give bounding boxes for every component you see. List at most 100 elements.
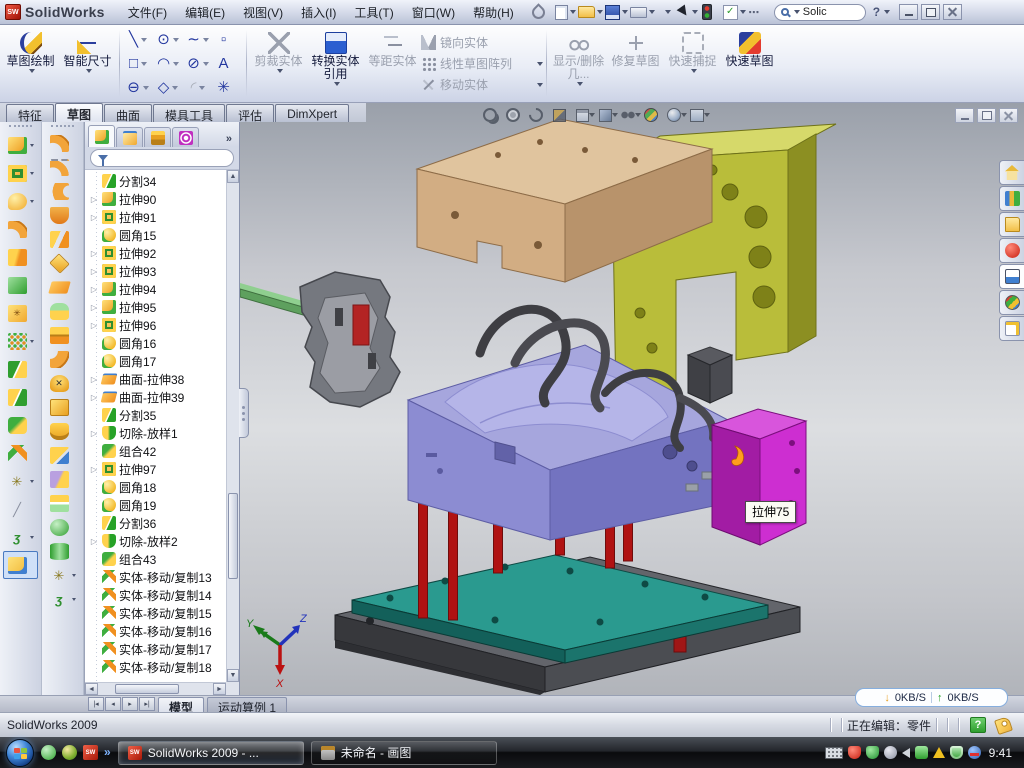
toolbar-icon-pin[interactable] <box>532 3 553 22</box>
mold-tool-scale[interactable] <box>42 395 83 419</box>
tree-item[interactable]: ▷ 分割36 <box>87 514 225 532</box>
task-pane-view-palette[interactable] <box>999 264 1024 289</box>
feature-tool-extruded-boss[interactable] <box>0 131 41 159</box>
expand-arrow-icon[interactable]: ▷ <box>89 465 99 474</box>
tree-item[interactable]: ▷ 拉伸93 <box>87 262 225 280</box>
configurationmanager-tab[interactable] <box>144 127 171 147</box>
修复草图[interactable]: 修复草图 <box>607 27 664 100</box>
feature-tool-swept-boss[interactable] <box>0 215 41 243</box>
dropdown-caret-icon[interactable] <box>622 10 628 14</box>
toolbar-drag-grip[interactable] <box>9 125 32 129</box>
dropdown-caret-icon[interactable] <box>30 340 34 343</box>
tab-nav-previous[interactable]: ◂ <box>105 697 121 711</box>
mold-tool-dome[interactable] <box>42 539 83 563</box>
tree-item[interactable]: ▷ 实体-移动/复制13 <box>87 568 225 586</box>
window-button-minimize[interactable] <box>899 4 918 20</box>
线性草图阵列[interactable]: 线性草图阵列 <box>421 55 543 72</box>
expand-arrow-icon[interactable]: ▷ <box>89 429 99 438</box>
dimxpertmanager-tab[interactable] <box>172 127 199 147</box>
expand-arrow-icon[interactable]: ▷ <box>89 213 99 222</box>
dropdown-caret-icon[interactable] <box>141 38 147 42</box>
taskbar-window-button[interactable]: SW SolidWorks 2009 - ... <box>118 741 304 765</box>
hide-show-items[interactable] <box>621 106 641 124</box>
tree-item[interactable]: ▷ 实体-移动/复制18 <box>87 658 225 676</box>
toolbar-icon-rebuild[interactable] <box>701 3 721 22</box>
草图绘制[interactable]: 草图绘制 <box>2 27 59 100</box>
dropdown-caret-icon[interactable] <box>86 69 92 73</box>
dropdown-caret-icon[interactable] <box>597 10 603 14</box>
toolbar-drag-grip[interactable] <box>51 125 74 129</box>
quick-launch-more[interactable]: » <box>104 745 111 760</box>
expand-arrow-icon[interactable]: ▷ <box>89 303 99 312</box>
feature-tool-reference-axis[interactable]: ╱ <box>0 495 41 523</box>
task-pane-custom-properties[interactable] <box>999 316 1024 341</box>
document-close[interactable] <box>999 108 1018 123</box>
mold-tool-trim-surface[interactable] <box>42 227 83 251</box>
tree-item[interactable]: ▷ 分割35 <box>87 406 225 424</box>
tab-特征[interactable]: 特征 <box>6 104 54 122</box>
等距实体[interactable]: 等距实体 <box>364 27 421 100</box>
toolbar-icon-options[interactable] <box>723 3 746 22</box>
expand-arrow-icon[interactable]: ▷ <box>89 285 99 294</box>
tray-icon-network-status[interactable] <box>968 746 981 759</box>
tree-item[interactable]: ▷ 圆角16 <box>87 334 225 352</box>
tree-item[interactable]: ▷ 拉伸94 <box>87 280 225 298</box>
feature-tool-lofted-boss[interactable] <box>0 243 41 271</box>
dropdown-caret-icon[interactable] <box>30 536 34 539</box>
dropdown-caret-icon[interactable] <box>30 480 34 483</box>
view-settings[interactable] <box>690 106 710 124</box>
tab-nav-first[interactable]: |◂ <box>88 697 104 711</box>
dropdown-caret-icon[interactable] <box>577 82 583 86</box>
mold-tool-core[interactable] <box>42 419 83 443</box>
expand-arrow-icon[interactable]: ▷ <box>89 537 99 546</box>
dropdown-caret-icon[interactable] <box>173 38 179 42</box>
scroll-right-arrow[interactable]: ► <box>213 683 226 695</box>
feature-tool-instant3d[interactable] <box>3 551 38 579</box>
dropdown-caret-icon[interactable] <box>30 172 34 175</box>
tree-item[interactable]: ▷ 实体-移动/复制14 <box>87 586 225 604</box>
document-minimize[interactable] <box>955 108 974 123</box>
toolbar-icon-save[interactable] <box>605 3 628 22</box>
dropdown-caret-icon[interactable] <box>704 113 710 117</box>
tree-item[interactable]: ▷ 分割34 <box>87 172 225 190</box>
tray-icon-messenger-status[interactable] <box>915 746 928 759</box>
expand-arrow-icon[interactable]: ▷ <box>89 321 99 330</box>
toolbar-icon-new-document[interactable] <box>555 3 576 22</box>
task-pane-file-explorer[interactable] <box>999 212 1024 237</box>
tab-nav-last[interactable]: ▸| <box>139 697 155 711</box>
view-orientation[interactable] <box>575 106 595 124</box>
dropdown-caret-icon[interactable] <box>665 10 671 14</box>
menu-item[interactable]: 工具(T) <box>345 0 402 25</box>
tree-vertical-scrollbar[interactable]: ▲ ▼ <box>226 170 239 682</box>
menu-item[interactable]: 插入(I) <box>292 0 345 25</box>
feature-tool-combine-bodies[interactable] <box>0 411 41 439</box>
feature-tool-move-copy-bodies[interactable] <box>0 439 41 467</box>
dropdown-caret-icon[interactable] <box>537 83 543 87</box>
feature-tool-mirror[interactable] <box>0 355 41 383</box>
快速草图[interactable]: 快速草图 <box>721 27 778 100</box>
tree-item[interactable]: ▷ 组合43 <box>87 550 225 568</box>
feature-tool-hole-wizard[interactable]: ✳ <box>0 299 41 327</box>
scrollbar-thumb[interactable] <box>115 684 179 694</box>
previous-view[interactable] <box>529 106 549 124</box>
search-input[interactable]: Solic <box>803 6 827 18</box>
expand-arrow-icon[interactable]: ▷ <box>89 375 99 384</box>
dropdown-caret-icon[interactable] <box>277 69 283 73</box>
task-pane-toolbox[interactable] <box>999 238 1024 263</box>
toolbar-icon-select[interactable] <box>679 3 699 22</box>
model-core-block[interactable] <box>300 272 400 407</box>
quick-launch-solidworks[interactable]: SW <box>83 745 98 760</box>
quick-tips-button[interactable]: ? <box>970 717 986 733</box>
mold-tool-planar-surface[interactable] <box>42 275 83 299</box>
featuremanager-tab[interactable] <box>88 125 115 147</box>
panel-splitter-grip[interactable] <box>239 388 249 438</box>
dropdown-caret-icon[interactable] <box>72 574 76 577</box>
sketch-entity-centerpoint-arc[interactable]: ◠ <box>153 52 183 76</box>
mold-tool-shut-off-surface[interactable]: ✕ <box>42 371 83 395</box>
tray-icon-system-badge[interactable] <box>884 746 897 759</box>
task-pane-design-library[interactable] <box>999 186 1024 211</box>
dropdown-caret-icon[interactable] <box>203 62 209 66</box>
doc-tab-运动算例 1[interactable]: 运动算例 1 <box>207 697 287 712</box>
zoom-to-area[interactable] <box>506 106 526 124</box>
edit-appearance[interactable] <box>644 106 664 124</box>
